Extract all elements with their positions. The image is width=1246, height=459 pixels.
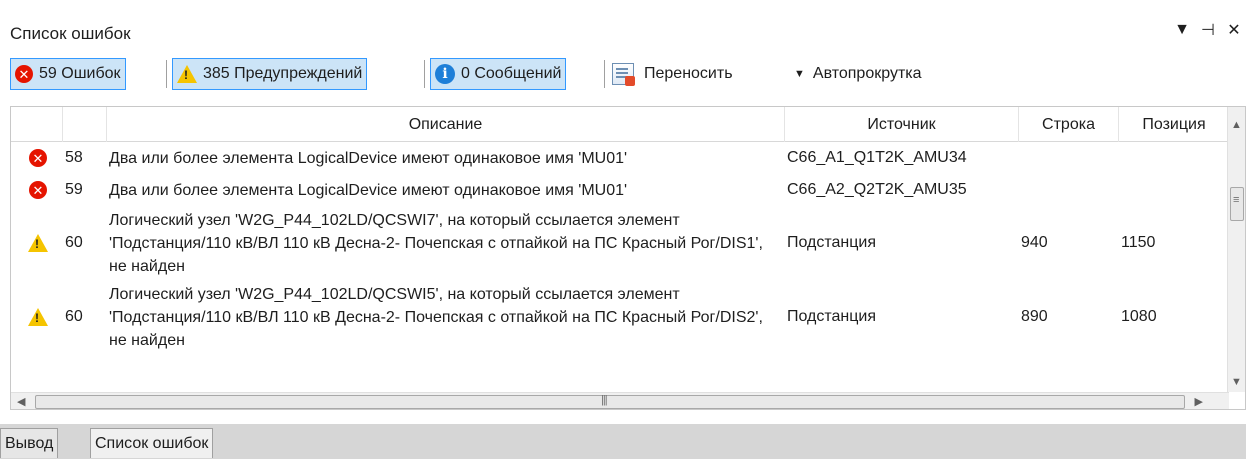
column-header-source[interactable]: Источник	[785, 107, 1019, 142]
chevron-down-icon[interactable]: ▼	[794, 68, 805, 80]
toolbar-separator	[604, 60, 605, 88]
window-menu-dropdown-icon[interactable]: ▼	[1172, 21, 1192, 39]
tab-output[interactable]: Вывод	[0, 428, 59, 458]
autoscroll-label[interactable]: Автопрокрутка	[813, 65, 922, 83]
wrap-mode-label: Переносить	[644, 65, 733, 82]
word-wrap-icon	[612, 63, 635, 86]
row-source: Подстанция	[787, 234, 877, 251]
bottom-tab-strip: Вывод Список ошибок	[0, 424, 1246, 459]
grid-header: Описание Источник Строка Позиция	[11, 107, 1229, 142]
row-description: Два или более элемента LogicalDevice име…	[109, 149, 628, 167]
row-source: Подстанция	[787, 308, 877, 325]
row-description: Два или более элемента LogicalDevice име…	[109, 181, 628, 199]
column-header-position[interactable]: Позиция	[1119, 107, 1229, 142]
row-description: Логический узел 'W2G_P44_102LD/QCSWI7', …	[109, 211, 763, 275]
scroll-down-arrow-icon[interactable]: ▼	[1231, 376, 1242, 388]
tab-error-list[interactable]: Список ошибок	[90, 428, 214, 458]
error-icon: ✕	[15, 65, 33, 83]
vertical-scrollbar[interactable]: ▲ ▼	[1227, 107, 1245, 392]
warnings-filter-button[interactable]: 385 Предупреждений	[172, 58, 368, 90]
column-header-line[interactable]: Строка	[1019, 107, 1119, 142]
row-number: 60	[65, 308, 83, 325]
row-description: Логический узел 'W2G_P44_102LD/QCSWI5', …	[109, 285, 763, 349]
close-icon[interactable]: ✕	[1224, 20, 1244, 40]
error-icon: ✕	[29, 149, 47, 167]
error-list-toolbar: ✕ 59 Ошибок 385 Предупреждений i 0 Сообщ…	[0, 56, 1246, 94]
column-header-number[interactable]	[63, 107, 107, 142]
row-icon-cell: ✕	[11, 181, 63, 199]
messages-filter-button[interactable]: i 0 Сообщений	[430, 58, 567, 90]
column-header-description[interactable]: Описание	[107, 107, 785, 142]
row-icon-cell	[11, 234, 63, 252]
panel-controls: ▼ ⊣ ✕	[1172, 20, 1244, 40]
warning-icon	[28, 234, 48, 252]
errors-filter-label: 59 Ошибок	[39, 65, 121, 82]
row-line: 940	[1021, 234, 1048, 251]
horizontal-scrollbar[interactable]: ◀ ▶	[11, 392, 1229, 409]
info-icon: i	[435, 64, 455, 84]
panel-title-bar: Список ошибок ▼ ⊣ ✕	[0, 0, 1246, 52]
table-row[interactable]: 60 Логический узел 'W2G_P44_102LD/QCSWI7…	[11, 206, 1229, 280]
column-header-icon[interactable]	[11, 107, 63, 142]
toolbar-separator	[424, 60, 425, 88]
row-number: 58	[65, 149, 83, 166]
warnings-filter-label: 385 Предупреждений	[203, 65, 363, 82]
row-source: C66_A2_Q2T2K_AMU35	[787, 181, 967, 198]
messages-filter-label: 0 Сообщений	[461, 65, 562, 82]
vertical-scroll-thumb[interactable]	[1230, 187, 1244, 221]
warning-icon	[177, 65, 197, 83]
row-source: C66_A1_Q1T2K_AMU34	[787, 149, 967, 166]
pin-icon[interactable]: ⊣	[1198, 20, 1218, 40]
errors-filter-button[interactable]: ✕ 59 Ошибок	[10, 58, 126, 90]
error-icon: ✕	[29, 181, 47, 199]
scroll-left-arrow-icon[interactable]: ◀	[17, 395, 25, 408]
row-icon-cell	[11, 308, 63, 326]
row-icon-cell: ✕	[11, 149, 63, 167]
table-row[interactable]: ✕ 58 Два или более элемента LogicalDevic…	[11, 142, 1229, 174]
table-row[interactable]: 60 Логический узел 'W2G_P44_102LD/QCSWI5…	[11, 280, 1229, 354]
grid-rows: ✕ 58 Два или более элемента LogicalDevic…	[11, 142, 1229, 354]
row-number: 59	[65, 181, 83, 198]
row-position: 1150	[1121, 234, 1156, 251]
error-list-grid: Описание Источник Строка Позиция ✕ 58 Дв…	[10, 106, 1246, 410]
scroll-up-arrow-icon[interactable]: ▲	[1231, 119, 1242, 131]
row-position: 1080	[1121, 308, 1157, 325]
table-row[interactable]: ✕ 59 Два или более элемента LogicalDevic…	[11, 174, 1229, 206]
panel-title: Список ошибок	[10, 24, 131, 43]
horizontal-scroll-thumb[interactable]	[35, 394, 1185, 409]
scroll-right-arrow-icon[interactable]: ▶	[1195, 395, 1203, 408]
toolbar-separator	[166, 60, 167, 88]
warning-icon	[28, 308, 48, 326]
wrap-mode-combo[interactable]: Переносить ▼ Автопрокрутка	[612, 58, 922, 90]
row-number: 60	[65, 234, 83, 251]
row-line: 890	[1021, 308, 1048, 325]
